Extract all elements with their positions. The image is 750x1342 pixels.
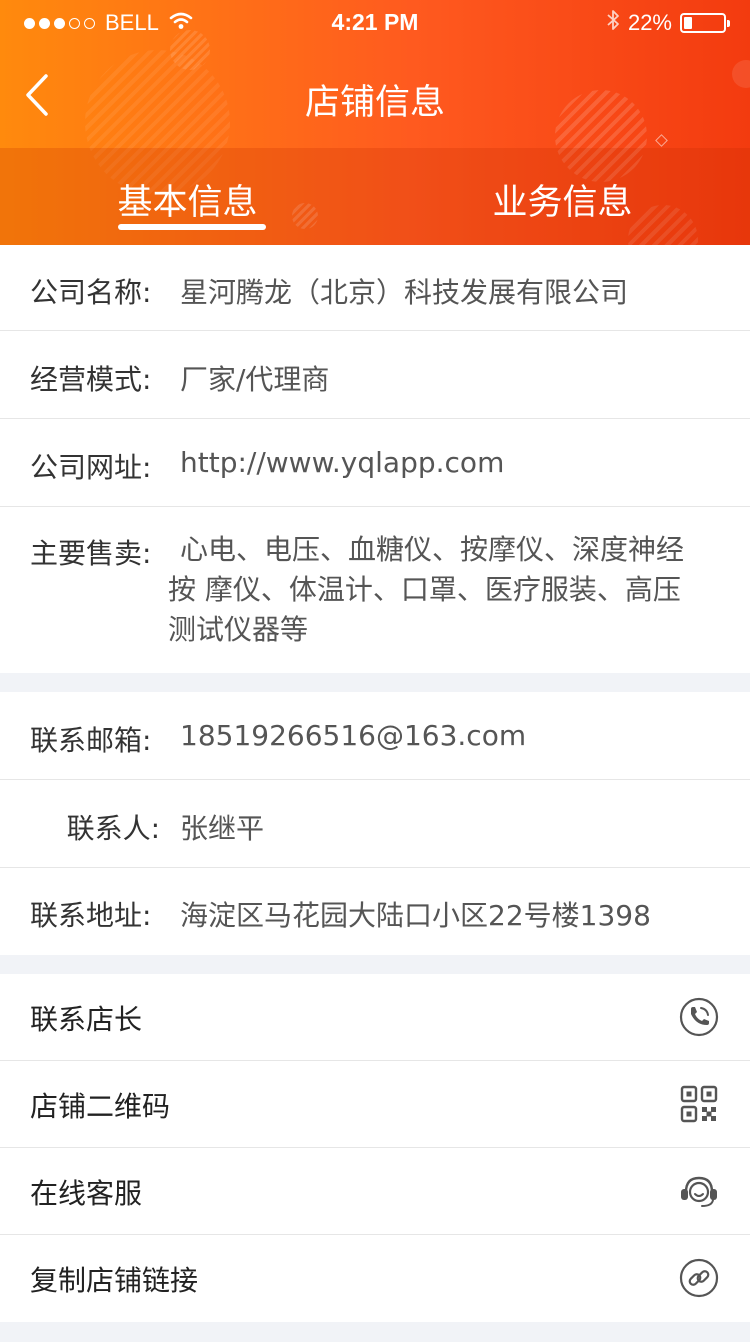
main-products-line: 按 摩仪、体温计、口罩、医疗服装、高压 [168,573,681,606]
tab-basic-info[interactable]: 基本信息 [0,148,375,245]
action-label: 店铺二维码 [30,1090,171,1123]
battery-icon [680,13,730,33]
action-label: 联系店长 [30,1003,143,1036]
info-row-business-mode: 经营模式: 厂家/代理商 [0,331,750,419]
website-label: 公司网址: [30,451,152,484]
contact-info-section: 联系邮箱: 18519266516@163.com 联系人: 张继平 联系地址:… [0,692,750,955]
address-label: 联系地址: [30,899,152,932]
website-link[interactable]: http://www.yqlapp.com [180,446,504,479]
info-row-address: 联系地址: 海淀区马花园大陆口小区22号楼1398 [0,868,750,955]
actions-section: 联系店长 店铺二维码 在线客服 复制店铺链接 [0,974,750,1322]
address-value: 海淀区马花园大陆口小区22号楼1398 [180,899,651,932]
main-products-value: 心电、电压、血糖仪、按摩仪、深度神经 按 摩仪、体温计、口罩、医疗服装、高压 测… [168,530,728,650]
nav-bar: 店铺信息 [0,44,750,148]
business-mode-value: 厂家/代理商 [180,363,330,396]
action-label: 在线客服 [30,1177,143,1210]
business-mode-label: 经营模式: [30,363,152,396]
main-products-line: 测试仪器等 [168,613,309,646]
contact-owner-row[interactable]: 联系店长 [0,974,750,1061]
contact-person-label: 联系人: [66,812,160,845]
company-name-label: 公司名称: [30,276,152,309]
link-icon [679,1258,719,1298]
contact-person-value: 张继平 [180,812,265,845]
company-name-value: 星河腾龙（北京）科技发展有限公司 [180,276,629,309]
page-title: 店铺信息 [304,83,445,123]
info-row-main-products: 主要售卖: 心电、电压、血糖仪、按摩仪、深度神经 按 摩仪、体温计、口罩、医疗服… [0,507,750,673]
tab-label: 业务信息 [492,183,633,223]
online-service-row[interactable]: 在线客服 [0,1148,750,1235]
tab-business-info[interactable]: 业务信息 [375,148,750,245]
company-info-section: 公司名称: 星河腾龙（北京）科技发展有限公司 经营模式: 厂家/代理商 公司网址… [0,245,750,673]
info-row-company-name: 公司名称: 星河腾龙（北京）科技发展有限公司 [0,245,750,331]
header: BELL 4:21 PM 22% 店铺信息 基本信息 业务信息 [0,0,750,245]
active-tab-indicator [118,224,266,230]
headset-icon [681,1176,717,1207]
info-row-contact-person: 联系人: 张继平 [0,780,750,868]
qr-code-icon [680,1085,718,1123]
tab-bar: 基本信息 业务信息 [0,148,750,245]
battery-percent: 22% [627,10,672,35]
info-row-email: 联系邮箱: 18519266516@163.com [0,692,750,780]
email-label: 联系邮箱: [30,724,152,757]
battery-fill [684,17,692,29]
shop-qr-code-row[interactable]: 店铺二维码 [0,1061,750,1148]
tab-label: 基本信息 [117,183,258,223]
status-bar: BELL 4:21 PM 22% [0,0,750,44]
phone-icon [679,997,719,1037]
main-products-label: 主要售卖: [30,537,152,570]
bluetooth-icon [606,9,620,37]
action-label: 复制店铺链接 [30,1264,199,1297]
copy-shop-link-row[interactable]: 复制店铺链接 [0,1235,750,1322]
email-value: 18519266516@163.com [180,719,527,752]
info-row-website: 公司网址: http://www.yqlapp.com [0,419,750,507]
main-products-line: 心电、电压、血糖仪、按摩仪、深度神经 [180,533,685,566]
